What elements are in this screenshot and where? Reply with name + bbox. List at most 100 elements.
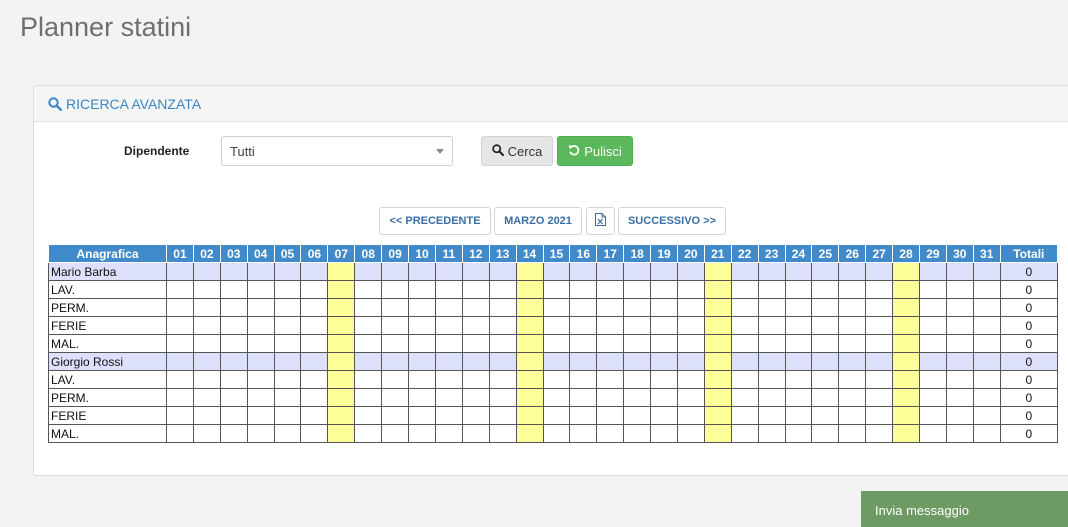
day-cell[interactable]: [354, 424, 383, 443]
day-cell[interactable]: [246, 370, 275, 389]
day-cell[interactable]: [784, 280, 813, 299]
day-cell[interactable]: [703, 280, 732, 299]
day-cell[interactable]: [623, 298, 652, 317]
day-cell[interactable]: [542, 406, 571, 425]
day-cell[interactable]: [219, 316, 248, 335]
day-cell[interactable]: [327, 280, 356, 299]
day-cell[interactable]: [811, 334, 840, 353]
day-cell[interactable]: [676, 316, 705, 335]
day-cell[interactable]: [757, 280, 786, 299]
day-cell[interactable]: [381, 370, 410, 389]
day-cell[interactable]: [569, 334, 598, 353]
clear-button[interactable]: Pulisci: [557, 136, 633, 166]
day-cell[interactable]: [246, 388, 275, 407]
day-cell[interactable]: [354, 388, 383, 407]
day-cell[interactable]: [542, 424, 571, 443]
day-cell[interactable]: [542, 352, 571, 371]
day-cell[interactable]: [354, 334, 383, 353]
day-cell[interactable]: [542, 334, 571, 353]
day-cell[interactable]: [650, 352, 678, 371]
day-cell[interactable]: [381, 298, 410, 317]
day-cell[interactable]: [381, 352, 410, 371]
day-cell[interactable]: [730, 352, 759, 371]
day-cell[interactable]: [488, 406, 517, 425]
day-cell[interactable]: [892, 370, 920, 389]
day-cell[interactable]: [703, 298, 732, 317]
day-cell[interactable]: [945, 280, 974, 299]
day-cell[interactable]: [569, 280, 598, 299]
day-cell[interactable]: [838, 352, 867, 371]
day-cell[interactable]: [811, 370, 840, 389]
day-cell[interactable]: [434, 280, 463, 299]
day-cell[interactable]: [219, 424, 248, 443]
day-cell[interactable]: [623, 352, 652, 371]
day-cell[interactable]: [865, 316, 894, 335]
day-cell[interactable]: [354, 280, 383, 299]
day-cell[interactable]: [838, 370, 867, 389]
day-cell[interactable]: [730, 280, 759, 299]
day-cell[interactable]: [569, 424, 598, 443]
day-cell[interactable]: [650, 316, 678, 335]
day-cell[interactable]: [918, 280, 947, 299]
day-cell[interactable]: [972, 334, 1001, 353]
day-cell[interactable]: [650, 280, 678, 299]
day-cell[interactable]: [515, 298, 544, 317]
day-cell[interactable]: [327, 298, 356, 317]
day-cell[interactable]: [811, 388, 840, 407]
day-cell[interactable]: [623, 334, 652, 353]
day-cell[interactable]: [650, 406, 678, 425]
day-cell[interactable]: [542, 298, 571, 317]
day-cell[interactable]: [434, 352, 463, 371]
day-cell[interactable]: [892, 424, 920, 443]
day-cell[interactable]: [945, 406, 974, 425]
day-cell[interactable]: [972, 298, 1001, 317]
day-cell[interactable]: [408, 406, 436, 425]
day-cell[interactable]: [730, 334, 759, 353]
day-cell[interactable]: [192, 316, 221, 335]
day-cell[interactable]: [972, 388, 1001, 407]
day-cell[interactable]: [784, 424, 813, 443]
day-cell[interactable]: [461, 298, 490, 317]
search-button[interactable]: Cerca: [481, 136, 553, 166]
day-cell[interactable]: [434, 262, 463, 281]
day-cell[interactable]: [972, 406, 1001, 425]
day-cell[interactable]: [192, 334, 221, 353]
day-cell[interactable]: [945, 370, 974, 389]
day-cell[interactable]: [461, 280, 490, 299]
day-cell[interactable]: [434, 298, 463, 317]
day-cell[interactable]: [488, 334, 517, 353]
day-cell[interactable]: [515, 370, 544, 389]
day-cell[interactable]: [784, 406, 813, 425]
day-cell[interactable]: [811, 298, 840, 317]
day-cell[interactable]: [515, 424, 544, 443]
day-cell[interactable]: [865, 334, 894, 353]
day-cell[interactable]: [219, 262, 248, 281]
day-cell[interactable]: [408, 352, 436, 371]
day-cell[interactable]: [381, 280, 410, 299]
day-cell[interactable]: [865, 406, 894, 425]
day-cell[interactable]: [300, 388, 329, 407]
day-cell[interactable]: [434, 370, 463, 389]
day-cell[interactable]: [408, 334, 436, 353]
day-cell[interactable]: [945, 424, 974, 443]
day-cell[interactable]: [811, 262, 840, 281]
day-cell[interactable]: [623, 406, 652, 425]
day-cell[interactable]: [434, 424, 463, 443]
day-cell[interactable]: [273, 370, 302, 389]
day-cell[interactable]: [569, 298, 598, 317]
day-cell[interactable]: [327, 334, 356, 353]
day-cell[interactable]: [381, 262, 410, 281]
current-month-button[interactable]: MARZO 2021: [494, 207, 582, 235]
day-cell[interactable]: [408, 316, 436, 335]
day-cell[interactable]: [488, 370, 517, 389]
day-cell[interactable]: [461, 334, 490, 353]
day-cell[interactable]: [757, 388, 786, 407]
day-cell[interactable]: [784, 316, 813, 335]
day-cell[interactable]: [488, 298, 517, 317]
day-cell[interactable]: [757, 424, 786, 443]
day-cell[interactable]: [488, 316, 517, 335]
day-cell[interactable]: [838, 262, 867, 281]
day-cell[interactable]: [703, 352, 732, 371]
day-cell[interactable]: [623, 388, 652, 407]
day-cell[interactable]: [300, 370, 329, 389]
